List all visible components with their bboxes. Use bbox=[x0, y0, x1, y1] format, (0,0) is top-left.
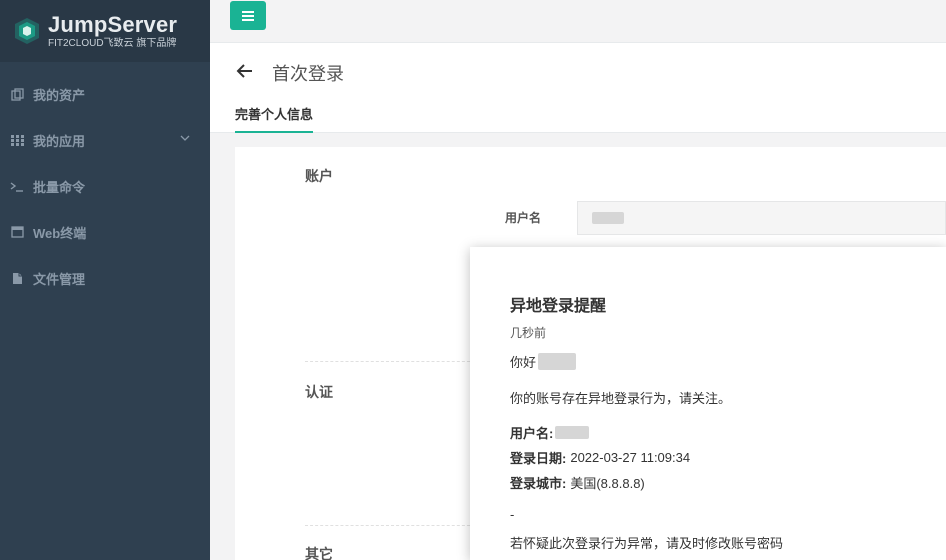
chevron-down-icon bbox=[180, 135, 190, 141]
copy-icon bbox=[10, 87, 24, 101]
sidebar-item-web-terminal[interactable]: Web终端 bbox=[0, 209, 210, 255]
login-city-value: 美国(8.8.8.8) bbox=[570, 476, 645, 491]
username-field-label: 用户名 bbox=[505, 211, 542, 225]
sidebar-item-label: 批量命令 bbox=[33, 179, 86, 195]
window-icon bbox=[10, 225, 24, 239]
terminal-icon bbox=[10, 179, 24, 193]
advice-text: 若怀疑此次登录行为异常，请及时修改账号密码 bbox=[510, 536, 784, 551]
tab-complete-profile[interactable]: 完善个人信息 bbox=[235, 104, 314, 133]
alert-message: 你的账号存在异地登录行为，请关注。 bbox=[510, 391, 732, 406]
login-city-line: 登录城市: 美国(8.8.8.8) bbox=[510, 473, 645, 492]
top-navbar bbox=[210, 0, 946, 42]
redacted-username bbox=[592, 212, 624, 224]
redacted-username bbox=[538, 353, 577, 370]
section-auth-title: 认证 bbox=[305, 384, 333, 400]
remote-login-alert-dialog: 异地登录提醒 几秒前 你好 你的账号存在异地登录行为，请关注。 用户名: 登录日… bbox=[470, 247, 946, 560]
login-date-label: 登录日期: bbox=[510, 451, 567, 466]
sidebar-item-label: Web终端 bbox=[33, 225, 87, 241]
sidebar-item-batch-command[interactable]: 批量命令 bbox=[0, 163, 210, 209]
message-line: 你的账号存在异地登录行为，请关注。 bbox=[510, 388, 731, 407]
sidebar-item-label: 文件管理 bbox=[33, 271, 86, 287]
sidebar-item-label: 我的资产 bbox=[33, 87, 86, 103]
file-icon bbox=[10, 271, 24, 285]
dash-line: - bbox=[510, 507, 514, 522]
jumpserver-logo-icon bbox=[15, 18, 39, 44]
greeting-line: 你好 bbox=[510, 352, 577, 371]
sidebar-item-my-apps[interactable]: 我的应用 bbox=[0, 117, 210, 163]
greeting-text: 你好 bbox=[510, 355, 537, 370]
menu-toggle-button[interactable] bbox=[230, 1, 266, 30]
sidebar-menu: 我的资产 我的应用 批量命令 Web终端 文件管理 bbox=[0, 62, 210, 301]
username-line: 用户名: bbox=[510, 423, 590, 442]
hamburger-icon bbox=[242, 10, 254, 21]
section-other-title: 其它 bbox=[305, 546, 333, 560]
back-arrow-icon[interactable] bbox=[236, 63, 254, 79]
page-title: 首次登录 bbox=[272, 64, 344, 84]
logo[interactable]: JumpServer FIT2CLOUD飞致云 旗下品牌 bbox=[0, 0, 210, 62]
sidebar-item-file-manager[interactable]: 文件管理 bbox=[0, 255, 210, 301]
page-heading: 首次登录 完善个人信息 bbox=[210, 42, 946, 133]
brand-subtitle: FIT2CLOUD飞致云 旗下品牌 bbox=[48, 37, 177, 49]
dialog-time: 几秒前 bbox=[510, 326, 547, 340]
advice-line: 若怀疑此次登录行为异常，请及时修改账号密码 bbox=[510, 533, 783, 552]
dialog-title: 异地登录提醒 bbox=[510, 298, 607, 315]
section-divider bbox=[305, 361, 475, 362]
brand-title: JumpServer bbox=[48, 11, 178, 37]
username-label: 用户名: bbox=[510, 426, 554, 441]
sidebar-item-label: 我的应用 bbox=[33, 133, 86, 149]
redacted-username bbox=[555, 426, 590, 439]
section-divider bbox=[305, 525, 475, 526]
login-date-value: 2022-03-27 11:09:34 bbox=[570, 450, 691, 465]
login-city-label: 登录城市: bbox=[510, 476, 567, 491]
grid-icon bbox=[10, 133, 24, 147]
sidebar: JumpServer FIT2CLOUD飞致云 旗下品牌 我的资产 我的应用 批… bbox=[0, 0, 210, 560]
sidebar-item-my-assets[interactable]: 我的资产 bbox=[0, 71, 210, 117]
dash-text: - bbox=[510, 507, 515, 522]
login-date-line: 登录日期: 2022-03-27 11:09:34 bbox=[510, 448, 690, 467]
username-field[interactable] bbox=[577, 201, 946, 235]
section-account-title: 账户 bbox=[305, 168, 333, 184]
